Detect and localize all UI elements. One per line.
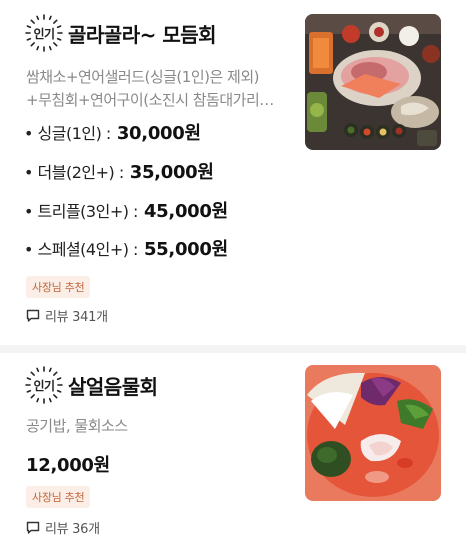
popular-badge: 인기 [24, 365, 64, 405]
review-count-label: 리뷰 341개 [45, 310, 108, 325]
price-label: • 더블(2인+) : [24, 163, 124, 183]
menu-item-slush-mulhoe[interactable]: 인기 살얼음물회 공기밥, 물회소스 12,000원 사장님 추천 리뷰 36개 [0, 353, 466, 552]
price-row-special[interactable]: • 스페셜(4인+) : 55,000원 [24, 229, 228, 268]
mulhoe-bowl-image [305, 365, 441, 501]
item-description: 공기밥, 물회소스 [26, 417, 128, 435]
price-label: • 트리플(3인+) : [24, 201, 138, 221]
price-row-triple[interactable]: • 트리플(3인+) : 45,000원 [24, 190, 228, 229]
popular-badge-label: 인기 [33, 378, 55, 393]
review-count[interactable]: 리뷰 36개 [26, 518, 100, 537]
item-description: 쌈채소+연어샐러드(싱글(1인)은 제외) +무침회+연어구이(소진시 참돔대가… [26, 66, 296, 112]
speech-bubble-icon [26, 309, 40, 322]
price-value: 30,000원 [116, 123, 201, 145]
owner-recommend-badge: 사장님 추천 [26, 486, 91, 508]
price-row-double[interactable]: • 더블(2인+) : 35,000원 [24, 152, 228, 191]
menu-item-mixed-sashimi[interactable]: 인기 골라골라~ 모듬회 쌈채소+연어샐러드(싱글(1인)은 제외) +무침회+… [0, 0, 466, 345]
item-name: 살얼음물회 [68, 374, 158, 399]
owner-recommend-badge: 사장님 추천 [26, 276, 91, 298]
item-photo-mixed-sashimi[interactable] [305, 14, 441, 150]
price-list: • 싱글(1인) : 30,000원 • 더블(2인+) : 35,000원 •… [24, 113, 228, 268]
sashimi-platter-image [305, 14, 441, 150]
item-price: 12,000원 [26, 455, 110, 476]
review-count-label: 리뷰 36개 [45, 522, 100, 537]
description-line: +무침회+연어구이(소진시 참돔대가리… [26, 91, 274, 109]
price-value: 45,000원 [143, 200, 228, 222]
price-value: 35,000원 [129, 162, 214, 184]
item-title-row: 인기 살얼음물회 [24, 365, 158, 405]
item-photo-slush-mulhoe[interactable] [305, 365, 441, 501]
item-name: 골라골라~ 모듬회 [68, 22, 217, 47]
price-row-single[interactable]: • 싱글(1인) : 30,000원 [24, 113, 228, 152]
section-divider [0, 345, 466, 353]
review-count[interactable]: 리뷰 341개 [26, 306, 108, 325]
price-label: • 스페셜(4인+) : [24, 240, 138, 260]
price-label: • 싱글(1인) : [24, 124, 111, 144]
popular-badge-label: 인기 [33, 26, 55, 41]
price-value: 55,000원 [143, 239, 228, 261]
popular-badge: 인기 [24, 13, 64, 53]
speech-bubble-icon [26, 521, 40, 534]
description-line: 쌈채소+연어샐러드(싱글(1인)은 제외) [26, 68, 260, 86]
item-title-row: 인기 골라골라~ 모듬회 [24, 13, 217, 53]
